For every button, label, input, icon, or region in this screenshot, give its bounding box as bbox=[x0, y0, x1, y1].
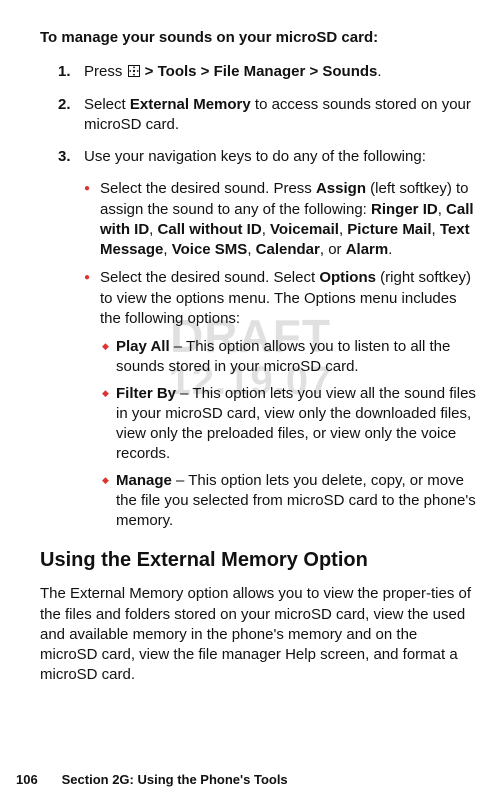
text: . bbox=[377, 63, 381, 80]
menu-path: > Tools > File Manager > Sounds bbox=[141, 63, 378, 80]
text: . bbox=[388, 241, 392, 258]
opt: Voice SMS bbox=[172, 241, 248, 258]
opt: Picture Mail bbox=[347, 221, 431, 238]
text: Select bbox=[84, 96, 130, 113]
text: Press bbox=[84, 63, 127, 80]
sep: , bbox=[247, 241, 255, 258]
opt: Alarm bbox=[346, 241, 389, 258]
label: Manage bbox=[116, 472, 172, 489]
intro-heading: To manage your sounds on your microSD ca… bbox=[40, 28, 477, 48]
bullet-text: Filter By – This option lets you view al… bbox=[116, 384, 477, 465]
step-text: Use your navigation keys to do any of th… bbox=[84, 147, 477, 167]
bullet-icon: ◆ bbox=[102, 471, 116, 532]
step-2: 2. Select External Memory to access soun… bbox=[40, 95, 477, 136]
sep: , bbox=[432, 221, 440, 238]
bullet-icon: ◆ bbox=[102, 384, 116, 465]
options-label: Options bbox=[319, 269, 376, 286]
step-1: 1. Press > Tools > File Manager > Sounds… bbox=[40, 62, 477, 82]
label: Filter By bbox=[116, 385, 176, 402]
sep: , bbox=[149, 221, 157, 238]
sep: , bbox=[438, 201, 446, 218]
page-footer: 106 Section 2G: Using the Phone's Tools bbox=[0, 771, 501, 789]
text: , or bbox=[320, 241, 346, 258]
bullet-options: ● Select the desired sound. Select Optio… bbox=[84, 268, 477, 329]
subbullet-manage: ◆ Manage – This option lets you delete, … bbox=[102, 471, 477, 532]
bullet-text: Select the desired sound. Select Options… bbox=[100, 268, 477, 329]
bullet-assign: ● Select the desired sound. Press Assign… bbox=[84, 179, 477, 260]
section-label: Section 2G: Using the Phone's Tools bbox=[62, 772, 288, 787]
bullet-text: Play All – This option allows you to lis… bbox=[116, 337, 477, 378]
assign-label: Assign bbox=[316, 180, 366, 197]
step-text: Press > Tools > File Manager > Sounds. bbox=[84, 62, 477, 82]
text: Select the desired sound. Select bbox=[100, 269, 319, 286]
page-content: To manage your sounds on your microSD ca… bbox=[40, 28, 477, 686]
body-paragraph: The External Memory option allows you to… bbox=[40, 584, 477, 685]
section-heading: Using the External Memory Option bbox=[40, 547, 477, 574]
opt: Call without ID bbox=[158, 221, 262, 238]
step-text: Select External Memory to access sounds … bbox=[84, 95, 477, 136]
label: Play All bbox=[116, 338, 170, 355]
sep: , bbox=[262, 221, 270, 238]
opt: Calendar bbox=[256, 241, 320, 258]
text: Select the desired sound. Press bbox=[100, 180, 316, 197]
opt: Voicemail bbox=[270, 221, 339, 238]
bullet-text: Manage – This option lets you delete, co… bbox=[116, 471, 477, 532]
step-number: 2. bbox=[58, 95, 84, 136]
bullet-icon: ● bbox=[84, 179, 100, 260]
bullet-icon: ● bbox=[84, 268, 100, 329]
nav-key-icon bbox=[127, 63, 141, 80]
bullet-icon: ◆ bbox=[102, 337, 116, 378]
page-number: 106 bbox=[16, 771, 58, 789]
step-number: 1. bbox=[58, 62, 84, 82]
sep: , bbox=[163, 241, 171, 258]
opt: Ringer ID bbox=[371, 201, 438, 218]
bullet-text: Select the desired sound. Press Assign (… bbox=[100, 179, 477, 260]
external-memory-label: External Memory bbox=[130, 96, 251, 113]
step-3: 3. Use your navigation keys to do any of… bbox=[40, 147, 477, 167]
subbullet-filter-by: ◆ Filter By – This option lets you view … bbox=[102, 384, 477, 465]
subbullet-play-all: ◆ Play All – This option allows you to l… bbox=[102, 337, 477, 378]
step-number: 3. bbox=[58, 147, 84, 167]
